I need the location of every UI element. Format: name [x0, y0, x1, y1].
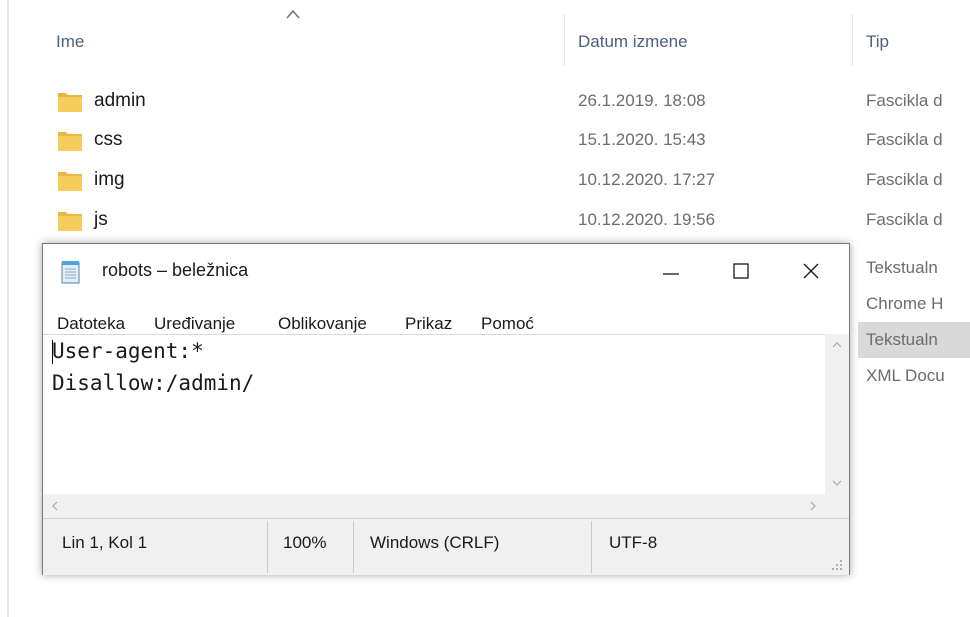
- file-type: Tekstualn: [866, 330, 938, 349]
- folder-icon: [58, 132, 82, 151]
- scroll-left-icon[interactable]: [50, 500, 60, 512]
- menu-bar: Datoteka Uređivanje Oblikovanje Prikaz P…: [43, 298, 849, 334]
- file-type: Chrome H: [866, 294, 944, 313]
- file-date: 10.12.2020. 17:27: [578, 170, 716, 189]
- sort-ascending-icon[interactable]: [285, 8, 301, 20]
- file-name: admin: [94, 90, 146, 111]
- status-encoding: UTF-8: [609, 533, 658, 552]
- file-date: 26.1.2019. 18:08: [578, 91, 706, 110]
- horizontal-scrollbar[interactable]: [43, 494, 825, 518]
- file-name: img: [94, 169, 125, 190]
- folder-icon: [58, 212, 82, 231]
- file-name: js: [94, 209, 108, 230]
- file-row-selected[interactable]: Tekstualn: [858, 322, 970, 358]
- file-row-admin[interactable]: admin 26.1.2019. 18:08 Fascikla d: [0, 84, 970, 120]
- scroll-right-icon[interactable]: [808, 500, 818, 512]
- file-type: Fascikla d: [866, 170, 943, 189]
- editor-line: User-agent:*: [52, 339, 204, 363]
- scroll-up-icon[interactable]: [831, 340, 843, 350]
- minimize-icon: [663, 273, 679, 275]
- folder-icon: [58, 172, 82, 191]
- minimize-button[interactable]: [636, 244, 706, 298]
- folder-icon: [58, 93, 82, 112]
- menu-oblikovanje[interactable]: Oblikovanje: [278, 314, 367, 334]
- file-type: Fascikla d: [866, 91, 943, 110]
- scroll-down-icon[interactable]: [831, 478, 843, 488]
- status-divider: [267, 521, 268, 573]
- file-date: 10.12.2020. 19:56: [578, 210, 716, 229]
- file-row-js[interactable]: js 10.12.2020. 19:56 Fascikla d: [0, 203, 970, 239]
- close-button[interactable]: [776, 244, 846, 298]
- column-header-type[interactable]: Tip: [866, 22, 889, 62]
- maximize-button[interactable]: [706, 244, 776, 298]
- file-type: Tekstualn: [866, 258, 938, 277]
- menu-uredivanje[interactable]: Uređivanje: [154, 314, 235, 334]
- file-date: 15.1.2020. 15:43: [578, 130, 706, 149]
- file-type: XML Docu: [866, 366, 945, 385]
- editor-line: Disallow:/admin/: [52, 371, 255, 395]
- file-type: Fascikla d: [866, 210, 943, 229]
- scrollbar-corner: [825, 494, 849, 518]
- file-type: Fascikla d: [866, 130, 943, 149]
- status-zoom: 100%: [283, 533, 327, 552]
- column-header-date[interactable]: Datum izmene: [578, 22, 688, 62]
- text-editor[interactable]: User-agent:* Disallow:/admin/: [43, 334, 825, 495]
- window-title: robots – beležnica: [102, 260, 249, 280]
- status-line-ending: Windows (CRLF): [370, 533, 500, 552]
- menu-prikaz[interactable]: Prikaz: [405, 314, 452, 334]
- maximize-icon: [733, 263, 749, 279]
- vertical-scrollbar[interactable]: [825, 334, 849, 494]
- column-divider[interactable]: [852, 14, 853, 66]
- column-divider[interactable]: [564, 14, 565, 66]
- file-row-partial[interactable]: Chrome H: [858, 286, 970, 322]
- file-name: css: [94, 129, 123, 150]
- file-row-partial[interactable]: XML Docu: [858, 358, 970, 394]
- menu-pomoc[interactable]: Pomoć: [481, 314, 534, 334]
- file-row-partial[interactable]: Tekstualn: [858, 250, 970, 286]
- status-divider: [591, 521, 592, 573]
- menu-datoteka[interactable]: Datoteka: [57, 314, 125, 334]
- status-bar: Lin 1, Kol 1 100% Windows (CRLF) UTF-8: [43, 518, 849, 575]
- title-bar[interactable]: robots – beležnica: [43, 244, 849, 298]
- notepad-icon: [61, 261, 80, 284]
- column-header-name[interactable]: Ime: [56, 22, 84, 62]
- close-icon: [803, 263, 819, 279]
- notepad-window[interactable]: robots – beležnica Datoteka Uređivanje O…: [42, 243, 850, 575]
- status-divider: [353, 521, 354, 573]
- file-row-css[interactable]: css 15.1.2020. 15:43 Fascikla d: [0, 123, 970, 159]
- file-row-img[interactable]: img 10.12.2020. 17:27 Fascikla d: [0, 163, 970, 199]
- resize-grip-icon[interactable]: [829, 557, 843, 571]
- status-cursor-position: Lin 1, Kol 1: [62, 533, 148, 552]
